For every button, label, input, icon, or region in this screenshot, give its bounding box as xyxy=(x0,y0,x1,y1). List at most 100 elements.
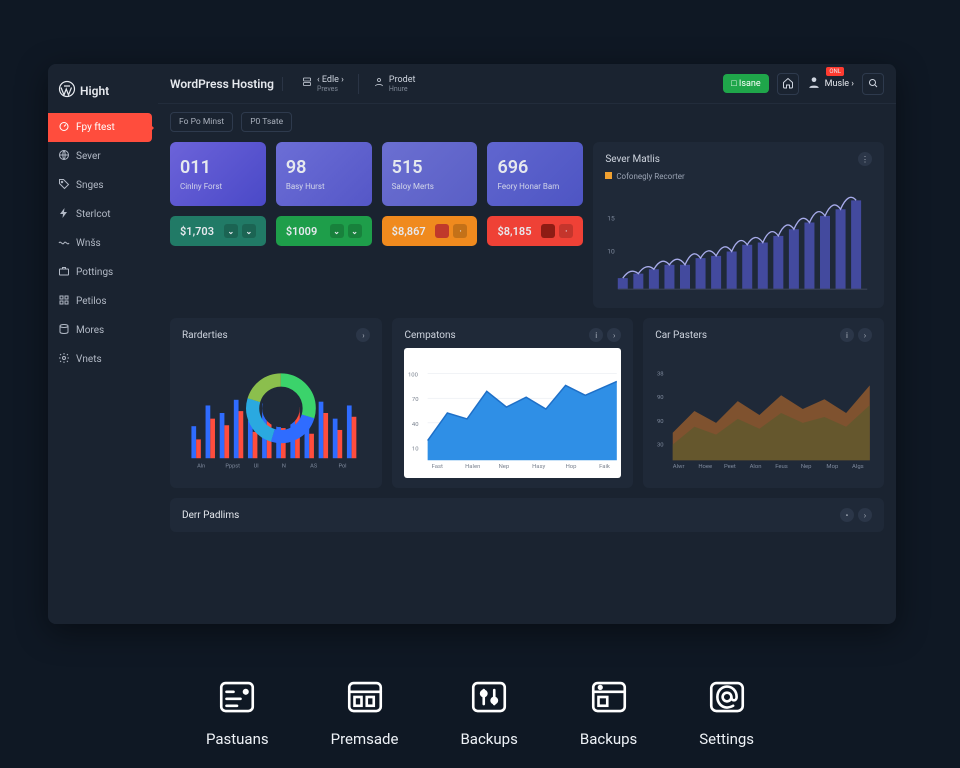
stat-card-2[interactable]: 515 Saloy Merts xyxy=(382,142,478,206)
svg-text:90: 90 xyxy=(657,419,664,425)
brand-name: Hight xyxy=(80,84,109,98)
stat-label: Saloy Merts xyxy=(392,182,468,191)
sidebar-item-fpytext[interactable]: Fpy ftest xyxy=(48,113,152,142)
chevron-down-icon: ⌄ xyxy=(224,224,238,238)
chevron-down-icon: ⌄ xyxy=(242,224,256,238)
user-name: Musle › xyxy=(825,79,854,89)
topbar-separator xyxy=(358,74,359,94)
card-info-button[interactable]: i xyxy=(589,328,603,342)
chevron-down-icon: ⌄ xyxy=(330,224,344,238)
svg-text:Alon: Alon xyxy=(750,464,762,470)
sidebar-item-pottings[interactable]: Pottings xyxy=(48,258,152,287)
stat-label: Feory Honar Bam xyxy=(497,182,573,191)
svg-text:40: 40 xyxy=(412,422,419,428)
topbar-action-1[interactable]: ‹ Edle › Preves xyxy=(295,71,350,97)
brand[interactable]: Hight xyxy=(48,74,158,113)
wordpress-logo-icon xyxy=(58,80,76,101)
quick-backups2[interactable]: Backups xyxy=(580,676,637,748)
quick-premsade[interactable]: Premsade xyxy=(331,676,399,748)
search-icon xyxy=(867,74,879,93)
status-pill[interactable]: □ Isane xyxy=(723,74,768,93)
at-icon xyxy=(706,676,748,722)
cempatons-card: Cempatons i› 100 70 40 xyxy=(392,318,633,488)
sidebar-item-sever[interactable]: Sever xyxy=(48,142,152,171)
search-button[interactable] xyxy=(862,73,884,95)
tab-1[interactable]: Fo Po Minst xyxy=(170,112,233,132)
rarderties-chart: AlnPppstUlNASPol xyxy=(182,348,370,478)
bottom-card: Derr Padlims • › xyxy=(170,498,884,532)
status-dot-icon xyxy=(435,224,449,238)
svg-text:Alwr: Alwr xyxy=(673,464,685,470)
money-value: $1009 xyxy=(286,225,317,238)
money-chip-2[interactable]: $8,867· xyxy=(382,216,478,246)
status-dot-icon xyxy=(541,224,555,238)
quick-pastuans[interactable]: Pastuans xyxy=(206,676,269,748)
sidebar-item-label: Sterlcot xyxy=(76,209,111,220)
tab-2[interactable]: P0 Tsate xyxy=(241,112,292,132)
server-legend-label: Cofonegly Recorter xyxy=(616,172,684,181)
svg-text:10: 10 xyxy=(608,248,616,256)
status-pill-label: □ Isane xyxy=(731,78,760,89)
stat-value: 98 xyxy=(286,157,362,178)
quick-backups1[interactable]: Backups xyxy=(460,676,517,748)
sidebar-item-petilos[interactable]: Petilos xyxy=(48,287,152,316)
money-chip-1[interactable]: $1009⌄⌄ xyxy=(276,216,372,246)
home-button[interactable] xyxy=(777,73,799,95)
layers-icon xyxy=(301,76,313,91)
quick-settings[interactable]: Settings xyxy=(699,676,754,748)
svg-text:70: 70 xyxy=(412,397,419,403)
sidebar-item-sterlcot[interactable]: Sterlcot xyxy=(48,200,152,229)
browser-icon xyxy=(588,676,630,722)
user-menu[interactable]: ONL Musle › xyxy=(807,75,854,92)
quick-launch-row: Pastuans Premsade Backups Backups Settings xyxy=(0,676,960,748)
svg-text:10: 10 xyxy=(412,447,419,453)
card-menu-button[interactable]: ⋮ xyxy=(858,152,872,166)
money-value: $1,703 xyxy=(180,225,214,238)
server-metrics-card: Sever Matlis ⋮ Cofonegly Recorter 15 10 xyxy=(593,142,884,308)
quick-label: Pastuans xyxy=(206,730,269,748)
bottom-card-title: Derr Padlims xyxy=(182,510,239,521)
svg-text:90: 90 xyxy=(657,395,664,401)
sidebar-item-label: Mores xyxy=(76,325,104,336)
page-title: WordPress Hosting xyxy=(170,77,283,91)
svg-text:Hasy: Hasy xyxy=(533,464,546,470)
cempatons-chart: 100 70 40 10 FastHalenNepHasyHopFaik xyxy=(404,348,621,478)
card-expand-button[interactable]: › xyxy=(356,328,370,342)
gauge-icon xyxy=(58,120,70,135)
sidebar-item-wnts[interactable]: Wnšs xyxy=(48,229,152,258)
cempatons-title: Cempatons xyxy=(404,330,455,341)
globe-icon xyxy=(58,149,70,164)
stat-label: Basy Hurst xyxy=(286,182,362,191)
sidebar-item-label: Snges xyxy=(76,180,104,191)
sidebar-item-label: Vnets xyxy=(76,354,102,365)
quick-label: Settings xyxy=(699,730,754,748)
car-pasters-title: Car Pasters xyxy=(655,330,707,341)
sidebar-item-snges[interactable]: Snges xyxy=(48,171,152,200)
topbar-action-2[interactable]: Prodet Hnure xyxy=(367,71,422,97)
money-value: $8,867 xyxy=(392,225,426,238)
sidebar-item-label: Petilos xyxy=(76,296,107,307)
card-info-button[interactable]: i xyxy=(840,328,854,342)
topbar-action-1-label: ‹ Edle › xyxy=(317,75,344,85)
briefcase-icon xyxy=(58,265,70,280)
card-info-button[interactable]: • xyxy=(840,508,854,522)
card-expand-button[interactable]: › xyxy=(858,508,872,522)
stat-value: 515 xyxy=(392,157,468,178)
sidebar-item-vnets[interactable]: Vnets xyxy=(48,345,152,374)
stat-card-3[interactable]: 696 Feory Honar Bam xyxy=(487,142,583,206)
db-icon xyxy=(58,323,70,338)
card-expand-button[interactable]: › xyxy=(607,328,621,342)
sidebar-item-mores[interactable]: Mores xyxy=(48,316,152,345)
money-chip-0[interactable]: $1,703 ⌄ ⌄ xyxy=(170,216,266,246)
stat-value: 696 xyxy=(497,157,573,178)
legend-dot-icon xyxy=(605,172,612,179)
dashboard-panel: Hight Fpy ftestSever Snges Sterlcot WnšsPot… xyxy=(48,64,896,624)
user-icon xyxy=(373,76,385,91)
stat-card-1[interactable]: 98 Basy Hurst xyxy=(276,142,372,206)
card-expand-button[interactable]: › xyxy=(858,328,872,342)
svg-text:N: N xyxy=(282,464,286,470)
bolt-icon xyxy=(58,207,70,222)
money-chip-3[interactable]: $8,185· xyxy=(487,216,583,246)
tab-row: Fo Po Minst P0 Tsate xyxy=(158,104,896,132)
stat-card-0[interactable]: 011Cinlny Forst xyxy=(170,142,266,206)
